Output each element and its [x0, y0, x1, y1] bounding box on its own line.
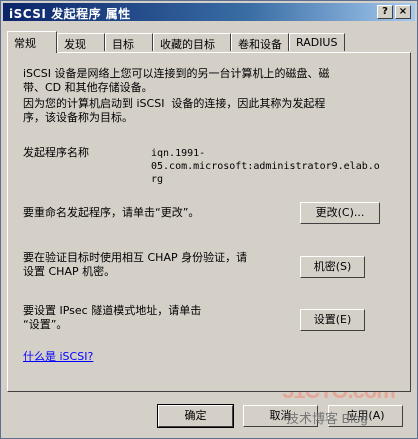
- change-button[interactable]: 更改(C)...: [300, 202, 380, 224]
- initiator-name-line1: iqn.1991-: [151, 148, 206, 159]
- tab-general[interactable]: 常规: [7, 31, 57, 53]
- initiator-name-line3: rg: [151, 174, 164, 185]
- tab-volumes-devices[interactable]: 卷和设备: [231, 33, 289, 51]
- initiator-name-label: 发起程序名称: [23, 146, 89, 159]
- chap-instructions-line1: 要在验证目标时使用相互 CHAP 身份验证，请: [23, 251, 248, 264]
- tab-discovery[interactable]: 发现: [57, 33, 105, 51]
- tab-radius[interactable]: RADIUS: [289, 33, 345, 51]
- chap-instructions-line2: 设置 CHAP 机密。: [23, 265, 116, 278]
- what-is-iscsi-link[interactable]: 什么是 iSCSI?: [23, 350, 93, 364]
- intro-text-line4: 序，该设备称为目标。: [23, 111, 133, 124]
- close-button[interactable]: ×: [395, 5, 411, 19]
- rename-instructions: 要重命名发起程序，请单击“更改”。: [23, 206, 200, 219]
- intro-text-line3: 因为您的计算机启动到 iSCSI 设备的连接，因此其称为发起程: [23, 97, 326, 110]
- title-bar[interactable]: iSCSI 发起程序 属性 ? ×: [3, 3, 415, 21]
- intro-text-line1: iSCSI 设备是网络上您可以连接到的另一台计算机上的磁盘、磁: [23, 67, 330, 80]
- ipsec-instructions-line2: “设置”。: [23, 318, 68, 331]
- ipsec-instructions-line1: 要设置 IPsec 隧道模式地址，请单击: [23, 304, 202, 317]
- properties-dialog: iSCSI 发起程序 属性 ? × 常规 发现 目标 收藏的目标 卷和设备 RA…: [0, 0, 418, 439]
- watermark-caption: 技术博客 Blog: [286, 411, 368, 426]
- window-title: iSCSI 发起程序 属性: [9, 7, 131, 21]
- ok-button[interactable]: 确定: [157, 404, 234, 428]
- set-up-button[interactable]: 设置(E): [300, 309, 365, 331]
- initiator-name-line2: 05.com.microsoft:administrator9.elab.o: [151, 161, 380, 172]
- tab-targets[interactable]: 目标: [105, 33, 153, 51]
- intro-text-line2: 带、CD 和其他存储设备。: [23, 81, 153, 94]
- general-tab-panel: iSCSI 设备是网络上您可以连接到的另一台计算机上的磁盘、磁 带、CD 和其他…: [7, 52, 411, 392]
- tab-favorite-targets[interactable]: 收藏的目标: [153, 33, 231, 51]
- help-button[interactable]: ?: [377, 5, 393, 19]
- secret-button[interactable]: 机密(S): [300, 256, 365, 278]
